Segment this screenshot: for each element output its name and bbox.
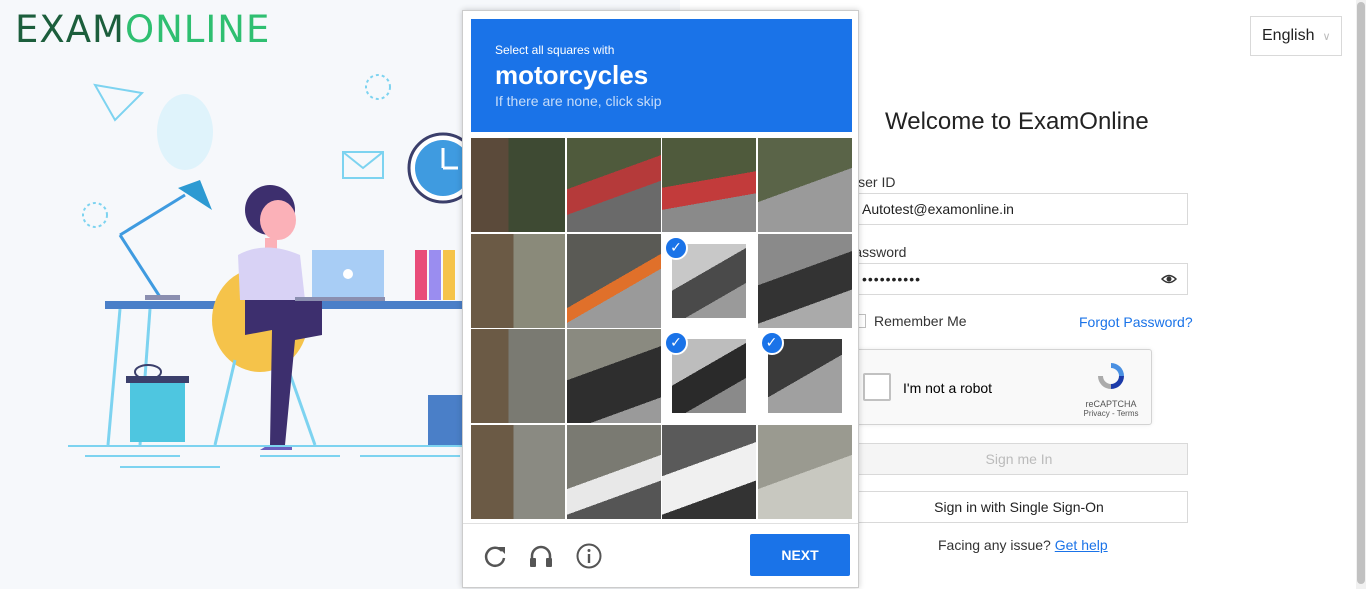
recaptcha-widget: I'm not a robot reCAPTCHA Privacy - Term… [855,349,1152,425]
tile-image [566,138,661,232]
tile-image [662,138,756,232]
tile-image [662,424,756,519]
recaptcha-brand: reCAPTCHA [1085,399,1137,409]
challenge-tile[interactable]: ✓ [662,329,756,423]
tile-image [566,329,661,423]
check-icon: ✓ [664,235,688,260]
challenge-tile[interactable] [662,138,756,232]
next-button[interactable]: NEXT [750,534,850,576]
sso-button[interactable]: Sign in with Single Sign-On [850,491,1188,523]
challenge-tile[interactable] [757,138,852,232]
challenge-tile[interactable]: ✓ [758,329,852,423]
challenge-tile[interactable] [471,329,565,423]
check-icon: ✓ [664,331,688,355]
issue-text: Facing any issue? [938,537,1051,553]
tile-image [566,424,661,519]
tile-image [471,138,565,232]
decor-blob [157,94,213,170]
password-input[interactable]: •••••••••• [850,263,1188,295]
challenge-tile[interactable] [471,233,565,328]
challenge-tile[interactable] [662,424,756,519]
binders [415,250,427,300]
tile-image [471,329,565,423]
info-icon[interactable] [575,542,603,570]
challenge-tile[interactable] [566,329,661,423]
forgot-password-link[interactable]: Forgot Password? [1079,314,1193,330]
logo-online: ONLINE [124,8,271,51]
remember-label: Remember Me [874,313,967,329]
login-page: EXAMONLINE English ∨ Welcome to ExamOnli… [0,0,1366,589]
challenge-instruction: Select all squares with [495,43,615,57]
challenge-header: Select all squares with motorcycles If t… [471,19,852,132]
tile-image [471,424,565,519]
check-icon: ✓ [759,331,784,355]
recaptcha-logo: reCAPTCHA Privacy - Terms [1081,360,1141,418]
paper-plane-icon [93,83,145,122]
tile-image [757,233,852,328]
captcha-challenge: Select all squares with motorcycles If t… [462,10,859,588]
challenge-tile[interactable] [566,424,661,519]
language-select[interactable]: English ∨ [1250,16,1342,56]
workspace-illustration [68,74,479,468]
user-id-input[interactable]: Autotest@examonline.in [850,193,1188,225]
page-title: Welcome to ExamOnline [885,108,1149,135]
reload-icon[interactable] [481,542,509,570]
sun-icon [365,74,391,100]
scrollbar-thumb[interactable] [1357,2,1365,584]
recaptcha-label: I'm not a robot [903,380,993,396]
logo-exam: EXAM [15,8,125,51]
sign-in-button[interactable]: Sign me In [850,443,1188,475]
trash-bin [130,380,185,442]
challenge-tile[interactable] [757,233,852,328]
tile-image [757,138,852,232]
challenge-tile[interactable] [471,424,565,519]
challenge-target: motorcycles [495,60,649,90]
help-line: Facing any issue? Get help [938,537,1108,553]
scrollbar[interactable] [1356,0,1366,589]
challenge-tile[interactable] [757,424,852,519]
chevron-down-icon: ∨ [1322,30,1331,43]
recaptcha-checkbox[interactable] [863,373,891,401]
audio-icon[interactable] [527,542,555,570]
user-id-value: Autotest@examonline.in [862,201,1014,217]
challenge-hint: If there are none, click skip [495,93,662,109]
recaptcha-links[interactable]: Privacy - Terms [1081,409,1141,418]
recaptcha-icon [1098,363,1124,389]
tile-image [566,233,661,328]
examonline-logo: EXAMONLINE [15,8,270,51]
challenge-grid: ✓ ✓ ✓ [471,138,852,519]
remember-me[interactable]: Remember Me [852,313,967,329]
tile-image [757,424,852,519]
eye-icon[interactable] [1160,272,1178,289]
tile-image [471,233,565,328]
challenge-tile[interactable] [471,138,565,232]
get-help-link[interactable]: Get help [1055,537,1108,553]
challenge-footer: NEXT [463,523,858,587]
password-value: •••••••••• [862,271,922,287]
challenge-tile[interactable] [566,138,661,232]
challenge-tile[interactable] [566,233,661,328]
challenge-tile[interactable]: ✓ [662,234,756,328]
lamp-icon [119,193,186,237]
language-selected: English [1262,27,1315,44]
